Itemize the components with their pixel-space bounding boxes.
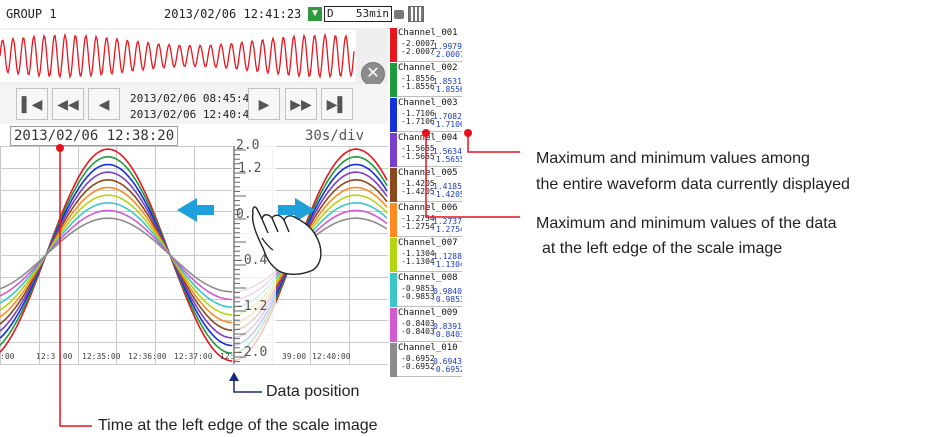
annotation-time-left-edge: Time at the left edge of the scale image: [98, 417, 378, 434]
annotation-entire-line2: the entire waveform data currently displ…: [536, 176, 850, 193]
annotation-left-line2: at the left edge of the scale image: [542, 240, 783, 257]
annotation-left-line1: Maximum and minimum values of the data: [536, 215, 837, 232]
annotation-entire-line1: Maximum and minimum values among: [536, 150, 810, 167]
annotation-data-position: Data position: [266, 383, 360, 400]
